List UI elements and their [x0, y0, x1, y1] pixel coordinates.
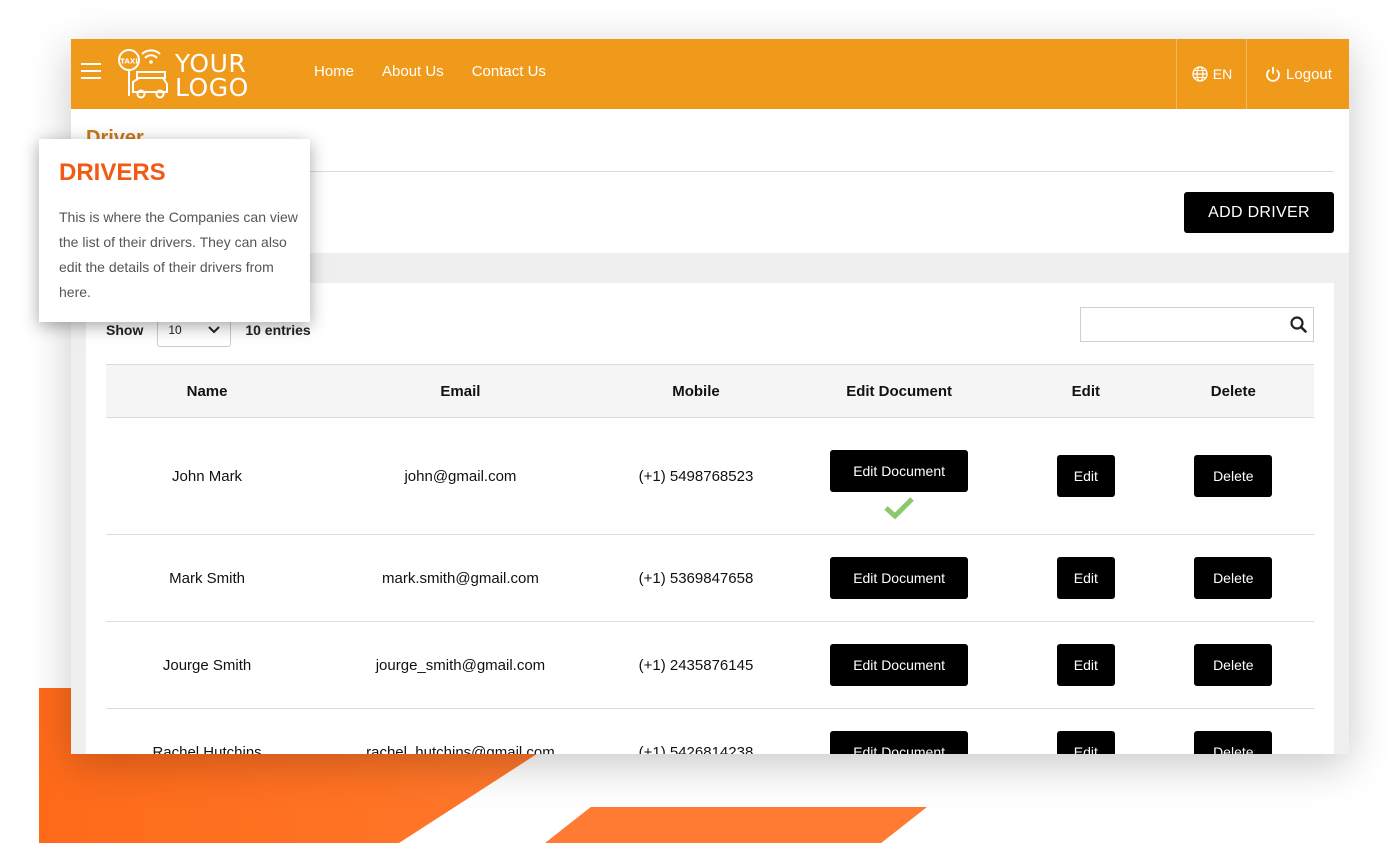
table-row: Rachel Hutchins rachel_hutchins@gmail.co… [106, 708, 1314, 754]
add-driver-button[interactable]: ADD DRIVER [1184, 192, 1334, 233]
edit-document-cell: Edit Document [779, 534, 1020, 622]
entries-label: 10 entries [245, 322, 311, 338]
edit-document-button[interactable]: Edit Document [830, 731, 969, 754]
edit-cell: Edit [1019, 417, 1153, 535]
nav-home-link[interactable]: Home [314, 63, 354, 80]
language-label: EN [1212, 66, 1233, 82]
column-header-delete: Delete [1152, 364, 1314, 418]
show-label: Show [106, 322, 144, 338]
edit-cell: Edit [1019, 534, 1153, 622]
edit-document-button[interactable]: Edit Document [830, 644, 969, 686]
edit-document-button[interactable]: Edit Document [830, 557, 969, 599]
edit-cell: Edit [1019, 708, 1153, 754]
edit-document-cell: Edit Document [779, 708, 1020, 754]
entries-select-value: 10 [168, 323, 182, 337]
logout-label: Logout [1286, 65, 1332, 83]
column-header-mobile: Mobile [612, 364, 780, 418]
edit-cell: Edit [1019, 621, 1153, 709]
delete-cell: Delete [1152, 708, 1314, 754]
globe-icon [1192, 66, 1208, 82]
delete-button[interactable]: Delete [1194, 455, 1273, 497]
column-header-email: Email [308, 364, 613, 418]
tooltip-description: This is where the Companies can view the… [59, 209, 298, 300]
driver-email: rachel_hutchins@gmail.com [308, 708, 613, 754]
column-header-edit-document: Edit Document [779, 364, 1020, 418]
language-selector[interactable]: EN [1176, 39, 1247, 109]
edit-document-button[interactable]: Edit Document [830, 450, 969, 492]
column-header-name: Name [106, 364, 309, 418]
driver-name: Jourge Smith [106, 621, 309, 709]
driver-email: john@gmail.com [308, 417, 613, 535]
logo-text-line2: LOGO [175, 73, 249, 102]
edit-button[interactable]: Edit [1056, 644, 1115, 686]
edit-button[interactable]: Edit [1056, 731, 1115, 754]
top-navigation-bar: TAXI YOUR LOGO Home About Us Contact Us [71, 39, 1349, 109]
table-row: Jourge Smith jourge_smith@gmail.com (+1)… [106, 621, 1314, 709]
driver-name: John Mark [106, 417, 309, 535]
nav-about-us-link[interactable]: About Us [382, 63, 444, 80]
main-nav: Home About Us Contact Us [314, 63, 546, 80]
drivers-table: Name Email Mobile Edit Document Edit Del… [106, 364, 1314, 754]
table-row: John Mark john@gmail.com (+1) 5498768523… [106, 417, 1314, 535]
delete-cell: Delete [1152, 534, 1314, 622]
delete-cell: Delete [1152, 417, 1314, 535]
logout-button[interactable]: Logout [1246, 39, 1349, 109]
power-icon [1266, 66, 1280, 82]
decorative-orange-shape-bottom [545, 807, 927, 843]
drivers-table-card: Show 10 10 entries Name Email Mobile Edi… [86, 283, 1334, 754]
chevron-down-icon [208, 326, 221, 334]
edit-button[interactable]: Edit [1056, 557, 1115, 599]
tooltip-title: DRIVERS [59, 159, 166, 186]
driver-name: Mark Smith [106, 534, 309, 622]
edit-button[interactable]: Edit [1056, 455, 1115, 497]
delete-button[interactable]: Delete [1194, 557, 1273, 599]
driver-email: jourge_smith@gmail.com [308, 621, 613, 709]
column-header-edit: Edit [1019, 364, 1153, 418]
driver-mobile: (+1) 5426814238 [612, 708, 780, 754]
logo[interactable]: TAXI YOUR LOGO [115, 46, 265, 102]
driver-mobile: (+1) 2435876145 [612, 621, 780, 709]
nav-contact-us-link[interactable]: Contact Us [472, 63, 546, 80]
search-input[interactable] [1080, 307, 1314, 342]
delete-button[interactable]: Delete [1194, 731, 1273, 754]
taxi-logo-icon: TAXI [118, 49, 168, 99]
edit-document-cell: Edit Document [779, 417, 1020, 535]
delete-cell: Delete [1152, 621, 1314, 709]
table-row: Mark Smith mark.smith@gmail.com (+1) 536… [106, 534, 1314, 622]
driver-email: mark.smith@gmail.com [308, 534, 613, 622]
document-verified-check-icon [884, 497, 914, 520]
edit-document-cell: Edit Document [779, 621, 1020, 709]
logo-text: YOUR LOGO [175, 51, 249, 102]
table-header-row: Name Email Mobile Edit Document Edit Del… [106, 364, 1314, 418]
delete-button[interactable]: Delete [1194, 644, 1273, 686]
svg-text:TAXI: TAXI [120, 58, 138, 66]
hamburger-menu-icon[interactable] [81, 63, 101, 83]
drivers-info-tooltip: DRIVERS This is where the Companies can … [39, 139, 310, 322]
driver-name: Rachel Hutchins [106, 708, 309, 754]
search-icon[interactable] [1290, 316, 1307, 333]
driver-mobile: (+1) 5369847658 [612, 534, 780, 622]
driver-mobile: (+1) 5498768523 [612, 417, 780, 535]
